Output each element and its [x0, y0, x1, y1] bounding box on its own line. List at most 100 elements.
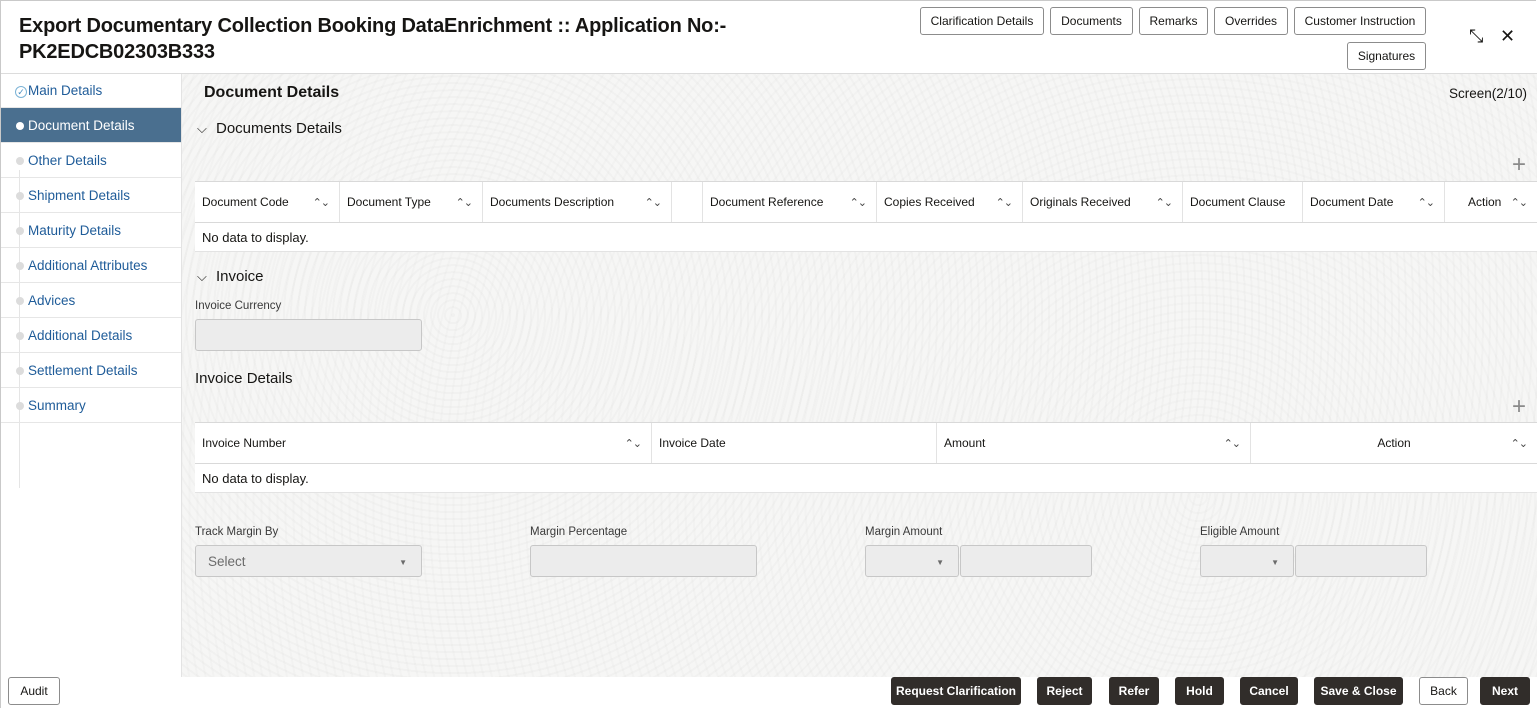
invoice-currency-label: Invoice Currency: [195, 300, 282, 312]
sort-icon[interactable]: ⌃⌄: [313, 196, 330, 209]
sidebar-navigation: ✓ Main Details Document Details Other De…: [1, 74, 182, 677]
check-circle-icon: ✓: [15, 86, 27, 98]
column-label: Action: [1468, 195, 1502, 209]
sort-icon[interactable]: ⌃⌄: [456, 196, 473, 209]
sidebar-item-summary[interactable]: Summary: [1, 388, 181, 423]
title-line-1: Export Documentary Collection Booking Da…: [19, 15, 727, 37]
save-and-close-button[interactable]: Save & Close: [1314, 677, 1403, 705]
sidebar-item-label: Advices: [28, 292, 76, 308]
sort-icon[interactable]: ⌃⌄: [1418, 196, 1435, 209]
section-heading: Document Details: [204, 84, 340, 101]
eligible-amount-field[interactable]: [1295, 545, 1427, 577]
page-title: Export Documentary Collection Booking Da…: [19, 13, 779, 65]
chevron-down-icon[interactable]: ⌵: [197, 269, 207, 285]
customer-instruction-button[interactable]: Customer Instruction: [1294, 7, 1426, 35]
step-dot-icon: [16, 332, 24, 340]
sort-icon[interactable]: ⌃⌄: [625, 437, 642, 450]
sidebar-item-additional-attributes[interactable]: Additional Attributes: [1, 248, 181, 283]
chevron-down-icon[interactable]: ⌵: [197, 121, 207, 137]
column-copies-received[interactable]: Copies Received ⌃⌄: [877, 182, 1023, 222]
column-document-reference[interactable]: Document Reference ⌃⌄: [703, 182, 877, 222]
sidebar-item-label: Settlement Details: [28, 362, 138, 378]
column-document-date[interactable]: Document Date ⌃⌄: [1303, 182, 1445, 222]
margin-amount-currency-select[interactable]: ▼: [865, 545, 959, 577]
track-margin-value: Select: [208, 553, 246, 569]
column-label: Document Date: [1310, 195, 1394, 209]
add-invoice-icon[interactable]: +: [1512, 395, 1526, 419]
hold-button[interactable]: Hold: [1175, 677, 1224, 705]
sidebar-item-main-details[interactable]: ✓ Main Details: [1, 74, 181, 108]
eligible-amount-currency-select[interactable]: ▼: [1200, 545, 1294, 577]
close-icon[interactable]: ✕: [1500, 27, 1515, 45]
step-dot-icon: [16, 192, 24, 200]
column-invoice-action[interactable]: Action ⌃⌄: [1251, 423, 1537, 463]
sidebar-item-other-details[interactable]: Other Details: [1, 143, 181, 178]
caret-down-icon: ▼: [399, 558, 407, 567]
invoice-empty-message: No data to display.: [195, 464, 1537, 493]
margin-amount-field[interactable]: [960, 545, 1092, 577]
refer-button[interactable]: Refer: [1109, 677, 1159, 705]
column-originals-received[interactable]: Originals Received ⌃⌄: [1023, 182, 1183, 222]
sidebar-item-additional-details[interactable]: Additional Details: [1, 318, 181, 353]
column-label: Amount: [944, 436, 986, 450]
column-label: Copies Received: [884, 195, 975, 209]
remarks-button[interactable]: Remarks: [1139, 7, 1208, 35]
invoice-currency-field[interactable]: [195, 319, 422, 351]
column-label: Document Type: [347, 195, 431, 209]
margin-amount-label: Margin Amount: [865, 526, 943, 538]
column-invoice-date[interactable]: Invoice Date: [652, 423, 937, 463]
sort-icon[interactable]: ⌃⌄: [850, 196, 867, 209]
sort-icon[interactable]: ⌃⌄: [1511, 437, 1528, 450]
main-content: Document Details Screen(2/10) ⌵ Document…: [182, 74, 1537, 677]
reject-button[interactable]: Reject: [1037, 677, 1092, 705]
audit-button[interactable]: Audit: [8, 677, 60, 705]
column-documents-description[interactable]: Documents Description ⌃⌄: [483, 182, 672, 222]
column-document-code[interactable]: Document Code ⌃⌄: [195, 182, 340, 222]
sidebar-item-shipment-details[interactable]: Shipment Details: [1, 178, 181, 213]
signatures-button[interactable]: Signatures: [1347, 42, 1426, 70]
column-label: Documents Description: [490, 195, 615, 209]
column-action[interactable]: Action ⌃⌄: [1445, 182, 1537, 222]
sidebar-item-settlement-details[interactable]: Settlement Details: [1, 353, 181, 388]
sidebar-item-label: Additional Attributes: [28, 257, 148, 273]
sidebar-item-maturity-details[interactable]: Maturity Details: [1, 213, 181, 248]
column-label: Document Reference: [710, 195, 824, 209]
eligible-amount-label: Eligible Amount: [1200, 526, 1280, 538]
sidebar-item-label: Summary: [28, 397, 86, 413]
sort-icon[interactable]: ⌃⌄: [1511, 196, 1528, 209]
invoice-heading[interactable]: Invoice: [216, 268, 264, 285]
invoice-grid-header: Invoice Number ⌃⌄ Invoice Date Amount ⌃⌄ A…: [195, 423, 1537, 464]
step-dot-icon: [16, 367, 24, 375]
margin-percentage-label: Margin Percentage: [530, 526, 628, 538]
column-label: Document Code: [202, 195, 289, 209]
column-document-clause[interactable]: Document Clause: [1183, 182, 1303, 222]
documents-details-heading[interactable]: Documents Details: [216, 120, 342, 137]
column-label: Invoice Number: [202, 436, 287, 450]
overrides-button[interactable]: Overrides: [1214, 7, 1288, 35]
sidebar-item-advices[interactable]: Advices: [1, 283, 181, 318]
column-invoice-number[interactable]: Invoice Number ⌃⌄: [195, 423, 652, 463]
clarification-details-button[interactable]: Clarification Details: [920, 7, 1044, 35]
minimize-icon[interactable]: ⤡: [1469, 27, 1483, 45]
next-button[interactable]: Next: [1480, 677, 1530, 705]
column-document-type[interactable]: Document Type ⌃⌄: [340, 182, 483, 222]
sidebar-item-document-details[interactable]: Document Details: [1, 108, 181, 143]
column-label: Document Clause: [1190, 195, 1286, 209]
add-document-icon[interactable]: +: [1512, 153, 1526, 177]
column-label: Action: [1377, 436, 1411, 450]
sidebar-item-label: Other Details: [28, 152, 107, 168]
caret-down-icon: ▼: [1271, 558, 1279, 567]
cancel-button[interactable]: Cancel: [1240, 677, 1298, 705]
margin-percentage-field[interactable]: [530, 545, 757, 577]
column-label: Originals Received: [1030, 195, 1131, 209]
back-button[interactable]: Back: [1419, 677, 1468, 705]
documents-grid-header: Document Code ⌃⌄ Document Type ⌃⌄ Document…: [195, 182, 1537, 223]
sort-icon[interactable]: ⌃⌄: [996, 196, 1013, 209]
column-amount[interactable]: Amount ⌃⌄: [937, 423, 1251, 463]
track-margin-select[interactable]: Select ▼: [195, 545, 422, 577]
request-clarification-button[interactable]: Request Clarification: [891, 677, 1021, 705]
sort-icon[interactable]: ⌃⌄: [645, 196, 662, 209]
sort-icon[interactable]: ⌃⌄: [1156, 196, 1173, 209]
sort-icon[interactable]: ⌃⌄: [1224, 437, 1241, 450]
documents-button[interactable]: Documents: [1050, 7, 1133, 35]
